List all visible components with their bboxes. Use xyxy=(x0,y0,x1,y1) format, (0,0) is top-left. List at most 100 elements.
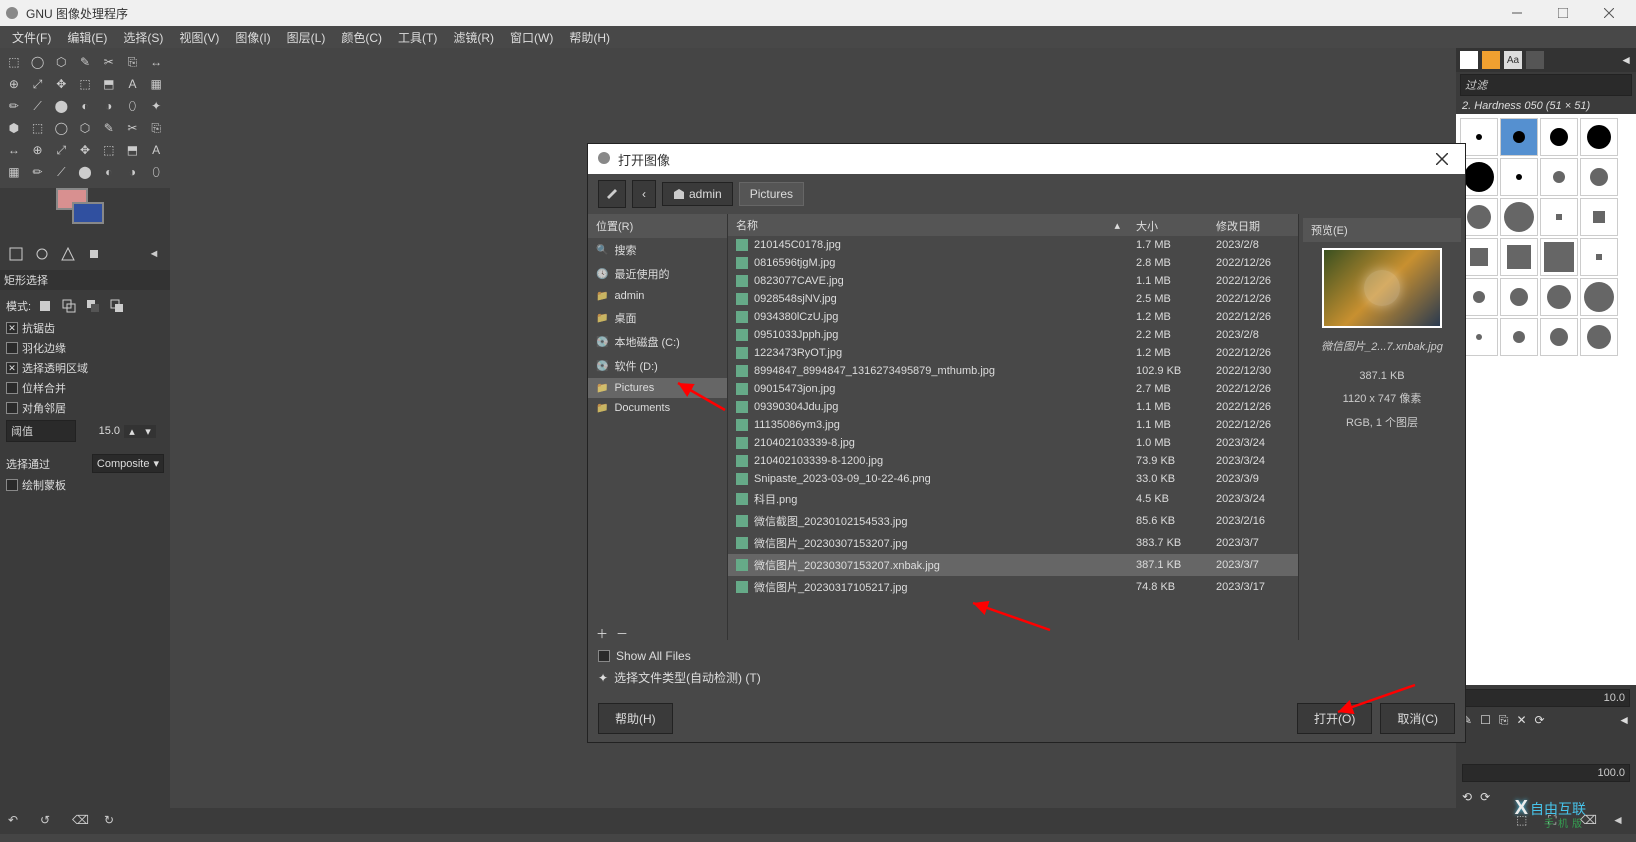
sidebar-item[interactable]: 💽本地磁盘 (C:) xyxy=(588,330,727,354)
tool-button[interactable]: ⬢ xyxy=(4,118,24,138)
breadcrumb-pictures[interactable]: Pictures xyxy=(739,182,804,206)
threshold-field[interactable]: 阈值 xyxy=(6,420,76,442)
reset-icon[interactable]: ↻ xyxy=(104,813,120,829)
transparent-checkbox[interactable]: ✕ xyxy=(6,362,18,374)
tool-button[interactable]: ⎘ xyxy=(146,118,166,138)
refresh-icon[interactable]: ⟳ xyxy=(1535,713,1545,728)
file-row[interactable]: 210145C0178.jpg1.7 MB2023/2/8 xyxy=(728,236,1298,254)
file-row[interactable]: 0934380lCzU.jpg1.2 MB2022/12/26 xyxy=(728,308,1298,326)
brush-preset[interactable] xyxy=(1540,318,1578,356)
file-row[interactable]: 8994847_8994847_1316273495879_mthumb.jpg… xyxy=(728,362,1298,380)
brush-preset[interactable] xyxy=(1580,158,1618,196)
tool-button[interactable]: ⤢ xyxy=(51,140,71,160)
sidebar-item[interactable]: 💽软件 (D:) xyxy=(588,354,727,378)
tool-button[interactable]: ↔ xyxy=(4,140,24,160)
tool-button[interactable]: ✎ xyxy=(75,52,95,72)
file-row[interactable]: 210402103339-8.jpg1.0 MB2023/3/24 xyxy=(728,434,1298,452)
file-row[interactable]: 1223473RyOT.jpg1.2 MB2022/12/26 xyxy=(728,344,1298,362)
tool-button[interactable]: ⬚ xyxy=(4,52,24,72)
spin-up[interactable]: ▴ xyxy=(124,425,140,438)
menu-item[interactable]: 视图(V) xyxy=(171,27,227,48)
menu-item[interactable]: 图像(I) xyxy=(227,27,278,48)
tool-button[interactable]: A xyxy=(123,74,143,94)
column-date[interactable]: 修改日期 xyxy=(1208,214,1298,236)
column-size[interactable]: 大小 xyxy=(1128,214,1208,236)
mode-intersect-icon[interactable] xyxy=(107,296,127,316)
breadcrumb-admin[interactable]: admin xyxy=(662,182,733,206)
reset-icon[interactable]: ↶ xyxy=(8,813,24,829)
minimize-button[interactable] xyxy=(1494,0,1540,26)
brush-preset[interactable] xyxy=(1500,318,1538,356)
merged-checkbox[interactable] xyxy=(6,382,18,394)
tool-button[interactable]: ⬡ xyxy=(75,118,95,138)
brush-preset[interactable] xyxy=(1540,278,1578,316)
tool-button[interactable]: ▦ xyxy=(146,74,166,94)
brush-preset[interactable] xyxy=(1540,238,1578,276)
file-row[interactable]: 科目.png4.5 KB2023/3/24 xyxy=(728,488,1298,510)
brush-preset[interactable] xyxy=(1500,198,1538,236)
fonts-tab[interactable]: Aa xyxy=(1504,51,1522,69)
delete-icon[interactable]: ⌫ xyxy=(72,813,88,829)
redo-icon[interactable]: ⟳ xyxy=(1480,790,1490,804)
tool-button[interactable]: ✏ xyxy=(4,96,24,116)
file-row[interactable]: Snipaste_2023-03-09_10-22-46.png33.0 KB2… xyxy=(728,470,1298,488)
duplicate-icon[interactable]: ⎘ xyxy=(1499,713,1509,728)
tool-button[interactable]: ⬯ xyxy=(146,162,166,182)
tool-button[interactable]: ⬚ xyxy=(99,140,119,160)
tool-button[interactable]: ◑ xyxy=(99,96,119,116)
file-row[interactable]: 210402103339-8-1200.jpg73.9 KB2023/3/24 xyxy=(728,452,1298,470)
menu-item[interactable]: 编辑(E) xyxy=(59,27,115,48)
sidebar-item[interactable]: 📁Documents xyxy=(588,398,727,418)
menu-icon[interactable]: ◄ xyxy=(144,244,164,264)
file-row[interactable]: 0823077CAVE.jpg1.1 MB2022/12/26 xyxy=(728,272,1298,290)
tool-button[interactable]: ⬚ xyxy=(75,74,95,94)
tool-button[interactable]: ⬯ xyxy=(123,96,143,116)
delete-icon[interactable]: ✕ xyxy=(1516,713,1526,728)
spacing-field[interactable]: 10.0 xyxy=(1462,689,1630,707)
percent-field[interactable]: 100.0 xyxy=(1462,764,1630,782)
sidebar-item[interactable]: 📁admin xyxy=(588,286,727,306)
menu-item[interactable]: 颜色(C) xyxy=(333,27,390,48)
brush-preset[interactable] xyxy=(1580,118,1618,156)
menu-item[interactable]: 文件(F) xyxy=(4,27,59,48)
sidebar-item[interactable]: 📁Pictures xyxy=(588,378,727,398)
tool-button[interactable]: ↔ xyxy=(146,52,166,72)
tool-button[interactable]: ⬤ xyxy=(75,162,95,182)
sidebar-item[interactable]: 📁桌面 xyxy=(588,306,727,330)
expand-icon[interactable]: ✦ xyxy=(598,671,608,685)
mode-subtract-icon[interactable] xyxy=(83,296,103,316)
spin-down[interactable]: ▾ xyxy=(140,425,156,438)
dialog-close-button[interactable] xyxy=(1427,144,1457,174)
file-row[interactable]: 微信图片_20230307153207.jpg383.7 KB2023/3/7 xyxy=(728,532,1298,554)
cancel-button[interactable]: 取消(C) xyxy=(1380,703,1455,734)
tool-button[interactable]: ✦ xyxy=(146,96,166,116)
brush-preset[interactable] xyxy=(1500,158,1538,196)
tool-button[interactable]: ⊕ xyxy=(4,74,24,94)
tool-button[interactable]: A xyxy=(146,140,166,160)
menu-item[interactable]: 帮助(H) xyxy=(561,27,618,48)
tool-button[interactable]: ⬒ xyxy=(99,74,119,94)
tool-button[interactable]: ◐ xyxy=(99,162,119,182)
menu-item[interactable]: 图层(L) xyxy=(279,27,334,48)
menu-item[interactable]: 选择(S) xyxy=(115,27,171,48)
back-button[interactable]: ‹ xyxy=(632,180,656,208)
tool-button[interactable]: ⬤ xyxy=(51,96,71,116)
brush-preset[interactable] xyxy=(1540,198,1578,236)
remove-location-button[interactable]: － xyxy=(616,625,628,640)
tool-button[interactable]: ✥ xyxy=(51,74,71,94)
tool-button[interactable]: ✥ xyxy=(75,140,95,160)
brush-preset[interactable] xyxy=(1580,278,1618,316)
tool-button[interactable]: ◐ xyxy=(75,96,95,116)
tab-icon[interactable] xyxy=(6,244,26,264)
brush-preset[interactable] xyxy=(1580,198,1618,236)
background-color[interactable] xyxy=(72,202,104,224)
undo-icon[interactable]: ⟲ xyxy=(1462,790,1472,804)
tool-button[interactable]: ⟋ xyxy=(51,162,71,182)
diagonal-checkbox[interactable] xyxy=(6,402,18,414)
tool-button[interactable]: ⊕ xyxy=(28,140,48,160)
feather-checkbox[interactable] xyxy=(6,342,18,354)
file-row[interactable]: 0816596tjgM.jpg2.8 MB2022/12/26 xyxy=(728,254,1298,272)
menu-icon[interactable]: ◄ xyxy=(1620,53,1632,67)
brush-preset[interactable] xyxy=(1540,118,1578,156)
maximize-button[interactable] xyxy=(1540,0,1586,26)
